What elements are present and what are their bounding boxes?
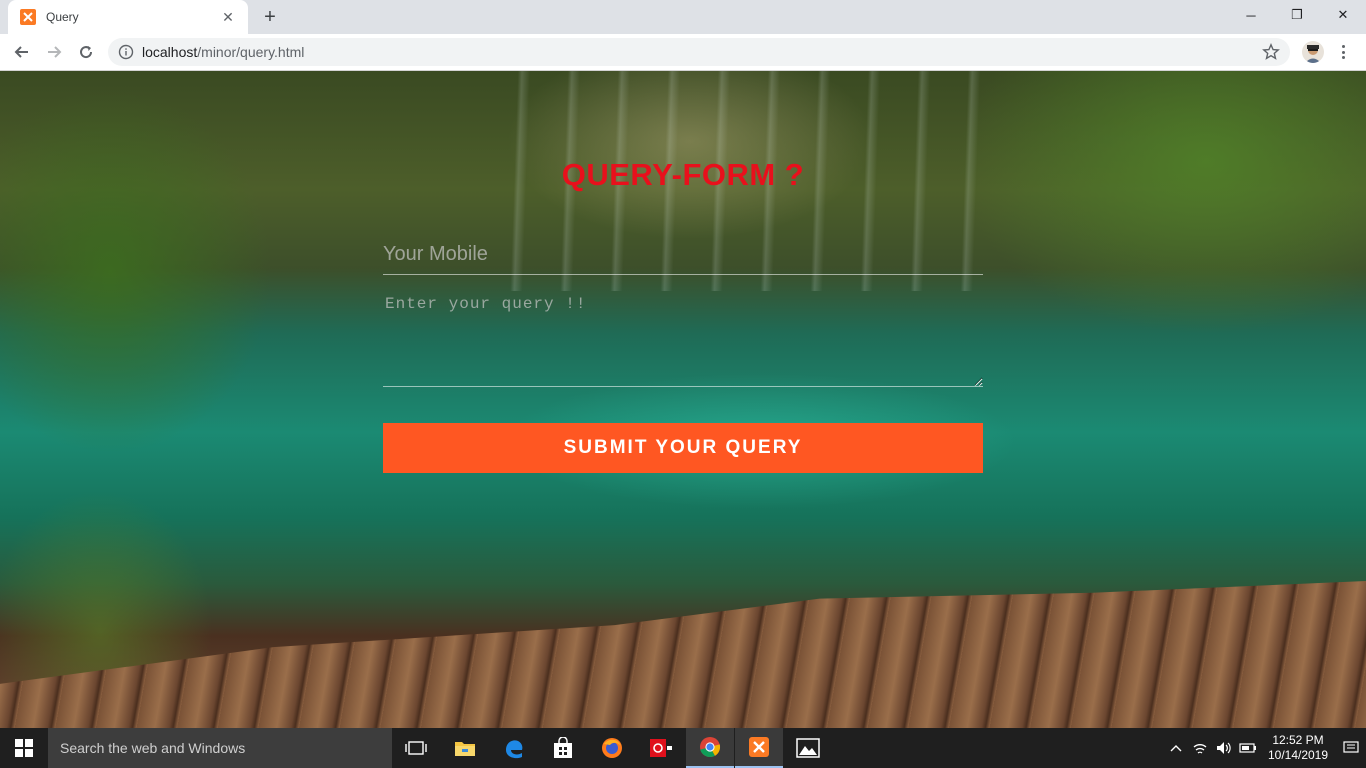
resize-handle-icon[interactable] — [973, 377, 983, 387]
star-icon[interactable] — [1262, 43, 1280, 61]
form-title: QUERY-FORM ? — [561, 157, 805, 192]
url-text: localhost/minor/query.html — [142, 44, 304, 60]
url-path: /minor/query.html — [197, 44, 305, 60]
new-tab-button[interactable]: + — [258, 5, 282, 29]
window-controls: ─ ❐ ✕ — [1228, 0, 1366, 30]
profile-avatar[interactable] — [1302, 41, 1324, 63]
forward-icon[interactable] — [40, 38, 68, 66]
address-bar[interactable]: localhost/minor/query.html — [108, 38, 1290, 66]
app-icon[interactable] — [637, 728, 685, 768]
submit-query-button[interactable]: SUBMIT YOUR QUERY — [383, 423, 983, 473]
edge-icon[interactable] — [490, 728, 538, 768]
background-foliage-left — [0, 71, 430, 728]
clock-date: 10/14/2019 — [1267, 748, 1329, 762]
url-host: localhost — [142, 44, 198, 60]
close-tab-icon[interactable]: ✕ — [220, 9, 236, 26]
taskbar-clock[interactable]: 12:52 PM 10/14/2019 — [1260, 733, 1336, 763]
minimize-button[interactable]: ─ — [1228, 0, 1274, 30]
close-window-button[interactable]: ✕ — [1320, 0, 1366, 30]
query-textarea[interactable] — [383, 291, 983, 387]
taskbar-search-box[interactable]: Search the web and Windows — [48, 728, 392, 768]
task-view-icon[interactable] — [392, 728, 440, 768]
taskbar: Search the web and Windows 12:52 PM 10/1… — [0, 728, 1366, 768]
page-background: QUERY-FORM ? SUBMIT YOUR QUERY — [0, 71, 1366, 728]
volume-icon[interactable] — [1212, 728, 1236, 768]
restore-button[interactable]: ❐ — [1274, 0, 1320, 30]
browser-menu-icon[interactable] — [1336, 42, 1350, 62]
notification-icon[interactable] — [1336, 728, 1366, 768]
mobile-input[interactable] — [383, 235, 983, 275]
file-explorer-icon[interactable] — [441, 728, 489, 768]
tab-title: Query — [46, 10, 79, 24]
chevron-up-icon[interactable] — [1164, 728, 1188, 768]
tab-strip: Query ✕ + ─ ❐ ✕ — [0, 0, 1366, 34]
xampp-favicon-icon — [20, 9, 36, 25]
info-icon[interactable] — [118, 44, 134, 60]
reload-icon[interactable] — [72, 38, 100, 66]
system-tray: 12:52 PM 10/14/2019 — [1164, 728, 1366, 768]
battery-icon[interactable] — [1236, 728, 1260, 768]
windows-logo-icon[interactable] — [0, 728, 48, 768]
back-icon[interactable] — [8, 38, 36, 66]
store-icon[interactable] — [539, 728, 587, 768]
browser-toolbar: localhost/minor/query.html — [0, 34, 1366, 71]
clock-time: 12:52 PM — [1272, 733, 1324, 747]
network-icon[interactable] — [1188, 728, 1212, 768]
photos-icon[interactable] — [784, 728, 832, 768]
xampp-icon[interactable] — [735, 728, 783, 768]
chrome-icon[interactable] — [686, 728, 734, 768]
firefox-icon[interactable] — [588, 728, 636, 768]
tab-query[interactable]: Query ✕ — [8, 0, 248, 34]
